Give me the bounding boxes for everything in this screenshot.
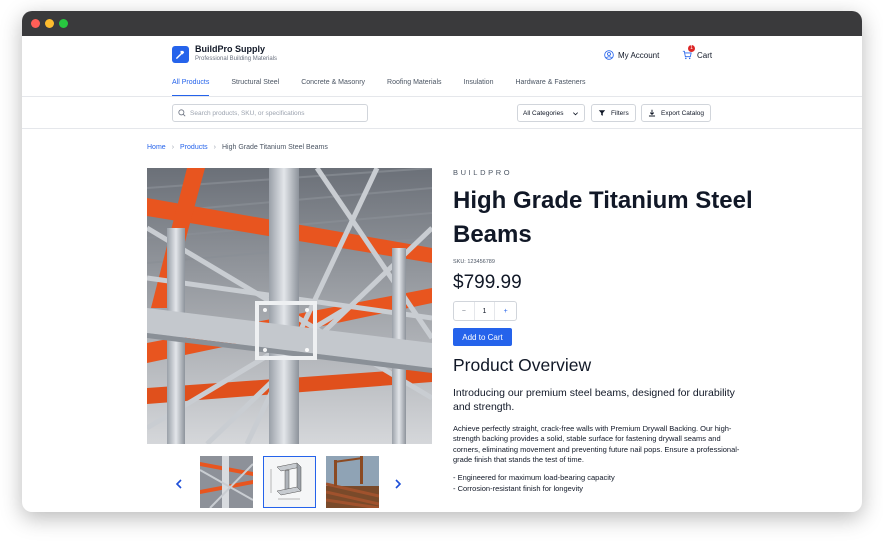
add-to-cart-button[interactable]: Add to Cart: [453, 328, 512, 346]
chevron-right-icon: ›: [171, 144, 175, 151]
breadcrumb-home[interactable]: Home: [147, 144, 166, 151]
hammer-logo-icon: [172, 45, 189, 63]
cart-link[interactable]: 1 Cart: [682, 45, 713, 60]
quantity-stepper: − 1 +: [453, 301, 517, 321]
search-input[interactable]: [190, 109, 360, 117]
close-window-button[interactable]: [31, 19, 40, 28]
overview-heading: Product Overview: [453, 355, 592, 375]
search-icon: [178, 109, 186, 117]
filters-label: Filters: [611, 109, 629, 117]
feature-item: - Corrosion-resistant finish for longevi…: [453, 484, 584, 494]
tab-insulation[interactable]: Insulation: [464, 79, 494, 96]
window-titlebar: [22, 11, 862, 36]
chevron-right-icon: ›: [213, 144, 216, 151]
product-main-image[interactable]: [147, 168, 432, 444]
maximize-window-button[interactable]: [59, 19, 68, 28]
brand-name: BuildPro Supply: [195, 44, 266, 54]
quantity-decrease-button[interactable]: −: [454, 302, 475, 320]
product-title: High Grade Titanium Steel Beams: [453, 187, 753, 248]
product-sku: SKU: 123456789: [453, 259, 495, 265]
cart-label: Cart: [697, 50, 713, 60]
quantity-increase-button[interactable]: +: [495, 302, 516, 320]
filter-icon: [598, 110, 606, 116]
thumbnail-strip: [172, 456, 412, 508]
category-select[interactable]: All Categories: [517, 104, 585, 122]
chevron-down-icon: [573, 111, 578, 115]
product-details: BUILDPRO High Grade Titanium Steel Beams…: [453, 168, 753, 494]
thumbnail-steel-frame[interactable]: [200, 456, 253, 508]
overview-intro: Introducing our premium steel beams, des…: [453, 387, 735, 413]
export-catalog-button[interactable]: Export Catalog: [641, 104, 711, 122]
chevron-right-icon[interactable]: [394, 476, 402, 494]
product-price: $799.99: [453, 272, 522, 293]
tab-structural-steel[interactable]: Structural Steel: [231, 79, 279, 96]
brand-tagline: Professional Building Materials: [195, 56, 278, 62]
page-content: BuildPro Supply Professional Building Ma…: [22, 36, 862, 512]
minimize-window-button[interactable]: [45, 19, 54, 28]
toolbar-divider: [22, 128, 862, 129]
user-circle-icon: [604, 50, 614, 60]
search-box[interactable]: [172, 104, 368, 122]
cart-count-badge: 1: [688, 45, 695, 52]
brand-logo-link[interactable]: BuildPro Supply Professional Building Ma…: [172, 44, 277, 64]
product-brand: BUILDPRO: [453, 168, 513, 177]
category-nav: All Products Structural Steel Concrete &…: [172, 79, 608, 96]
category-select-value: All Categories: [523, 109, 564, 117]
my-account-link[interactable]: My Account: [604, 50, 659, 60]
feature-list: - Engineered for maximum load-bearing ca…: [453, 472, 753, 494]
browser-window: BuildPro Supply Professional Building Ma…: [22, 11, 862, 512]
feature-item: - Engineered for maximum load-bearing ca…: [453, 473, 615, 483]
nav-divider: [22, 96, 862, 97]
thumbnail-beam-drawing[interactable]: [263, 456, 316, 508]
thumbnail-rusty-beams[interactable]: [326, 456, 379, 508]
breadcrumb: Home › Products › High Grade Titanium St…: [147, 144, 328, 151]
my-account-label: My Account: [618, 50, 660, 60]
overview-description: Achieve perfectly straight, crack-free w…: [453, 424, 740, 464]
breadcrumb-products[interactable]: Products: [180, 144, 208, 151]
tab-all-products[interactable]: All Products: [172, 79, 210, 96]
filters-button[interactable]: Filters: [591, 104, 636, 122]
quantity-value[interactable]: 1: [475, 302, 496, 320]
export-catalog-label: Export Catalog: [661, 109, 704, 117]
tab-concrete-masonry[interactable]: Concrete & Masonry: [301, 79, 365, 96]
tab-hardware-fasteners[interactable]: Hardware & Fasteners: [515, 79, 585, 96]
breadcrumb-current: High Grade Titanium Steel Beams: [222, 144, 328, 151]
tab-roofing-materials[interactable]: Roofing Materials: [387, 79, 441, 96]
download-icon: [648, 109, 656, 117]
